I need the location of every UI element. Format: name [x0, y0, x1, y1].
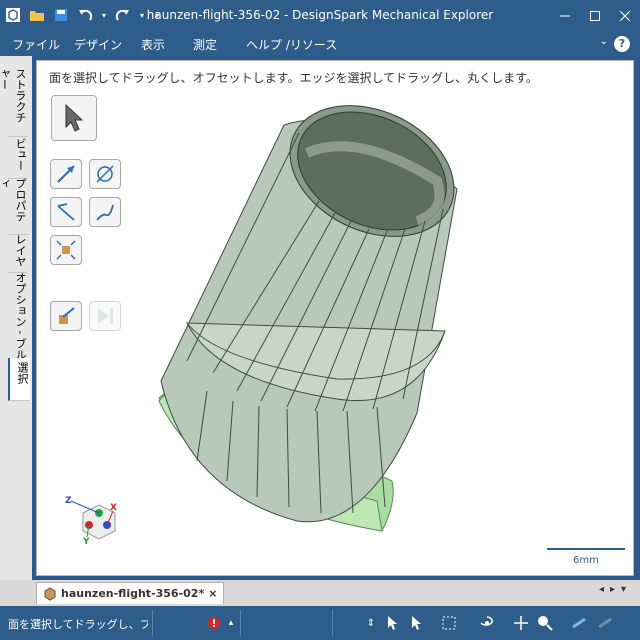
menu-view[interactable]: 表示	[141, 36, 165, 53]
menu-file[interactable]: ファイル	[12, 36, 60, 53]
ribbon-collapse-icon[interactable]: ⌄	[600, 36, 608, 47]
tab-document[interactable]: haunzen-flight-356-02* ×	[36, 582, 225, 604]
document-icon	[44, 586, 56, 601]
side-panel-tabs: ストラクチャー ビュー プロパティ レイヤ オプション - ブル 選択	[0, 56, 32, 580]
zoom-icon[interactable]	[536, 614, 554, 632]
cursor-icon[interactable]	[408, 614, 426, 632]
scale-label: 6mm	[573, 555, 599, 566]
title-bar: ▾ ▾ ▾ haunzen-flight-356-02 - DesignSpar…	[0, 0, 640, 32]
design-viewport[interactable]: 面を選択してドラッグし、オフセットします。エッジを選択してドラッグし、丸くします…	[36, 60, 634, 576]
status-bar: 面を選択してドラッグし、フ ▴ ⇕	[0, 606, 640, 640]
spinner-icon[interactable]: ⇕	[362, 614, 380, 632]
triad-x-label: X	[110, 503, 117, 513]
close-button[interactable]	[610, 0, 640, 32]
box-select-icon[interactable]	[440, 614, 458, 632]
tab-selection[interactable]: 選択	[8, 358, 30, 401]
help-icon[interactable]: ?	[614, 36, 630, 52]
tab-options[interactable]: オプション - ブル	[8, 268, 28, 365]
status-message: 面を選択してドラッグし、フ	[8, 618, 148, 631]
orbit-icon[interactable]	[478, 614, 496, 632]
window-title: haunzen-flight-356-02 - DesignSpark Mech…	[146, 8, 494, 22]
tab-view[interactable]: ビュー	[8, 134, 28, 179]
previous-view-icon[interactable]	[570, 614, 588, 632]
document-tab-label: haunzen-flight-356-02*	[61, 587, 205, 600]
maximize-button[interactable]	[580, 0, 610, 32]
error-icon[interactable]	[205, 614, 223, 632]
next-view-icon	[596, 614, 614, 632]
orientation-triad[interactable]: Z X Y	[65, 496, 117, 547]
close-tab-button[interactable]: ×	[208, 587, 217, 600]
tab-structure[interactable]: ストラクチャー	[0, 64, 28, 137]
error-dropdown-icon[interactable]: ▴	[222, 614, 240, 632]
minimize-button[interactable]	[550, 0, 580, 32]
tab-layers[interactable]: レイヤ	[8, 230, 28, 273]
triad-z-label: Z	[65, 496, 72, 506]
model-view[interactable]: Z X Y 6mm	[37, 61, 635, 577]
menu-measure[interactable]: 測定	[193, 36, 217, 53]
menu-design[interactable]: デザイン	[74, 36, 122, 53]
tab-properties[interactable]: プロパティ	[0, 174, 28, 235]
pan-icon[interactable]	[512, 614, 530, 632]
select-mode-icon[interactable]	[384, 614, 402, 632]
menu-bar: ファイル デザイン 表示 測定 ヘルプ /リソース ⌄ ?	[0, 32, 640, 56]
tab-navigation[interactable]: ◂▸▾	[599, 584, 632, 595]
triad-y-label: Y	[82, 537, 90, 547]
menu-help-resources[interactable]: ヘルプ /リソース	[246, 36, 337, 53]
document-tab-bar: haunzen-flight-356-02* × ◂▸▾	[0, 580, 640, 606]
